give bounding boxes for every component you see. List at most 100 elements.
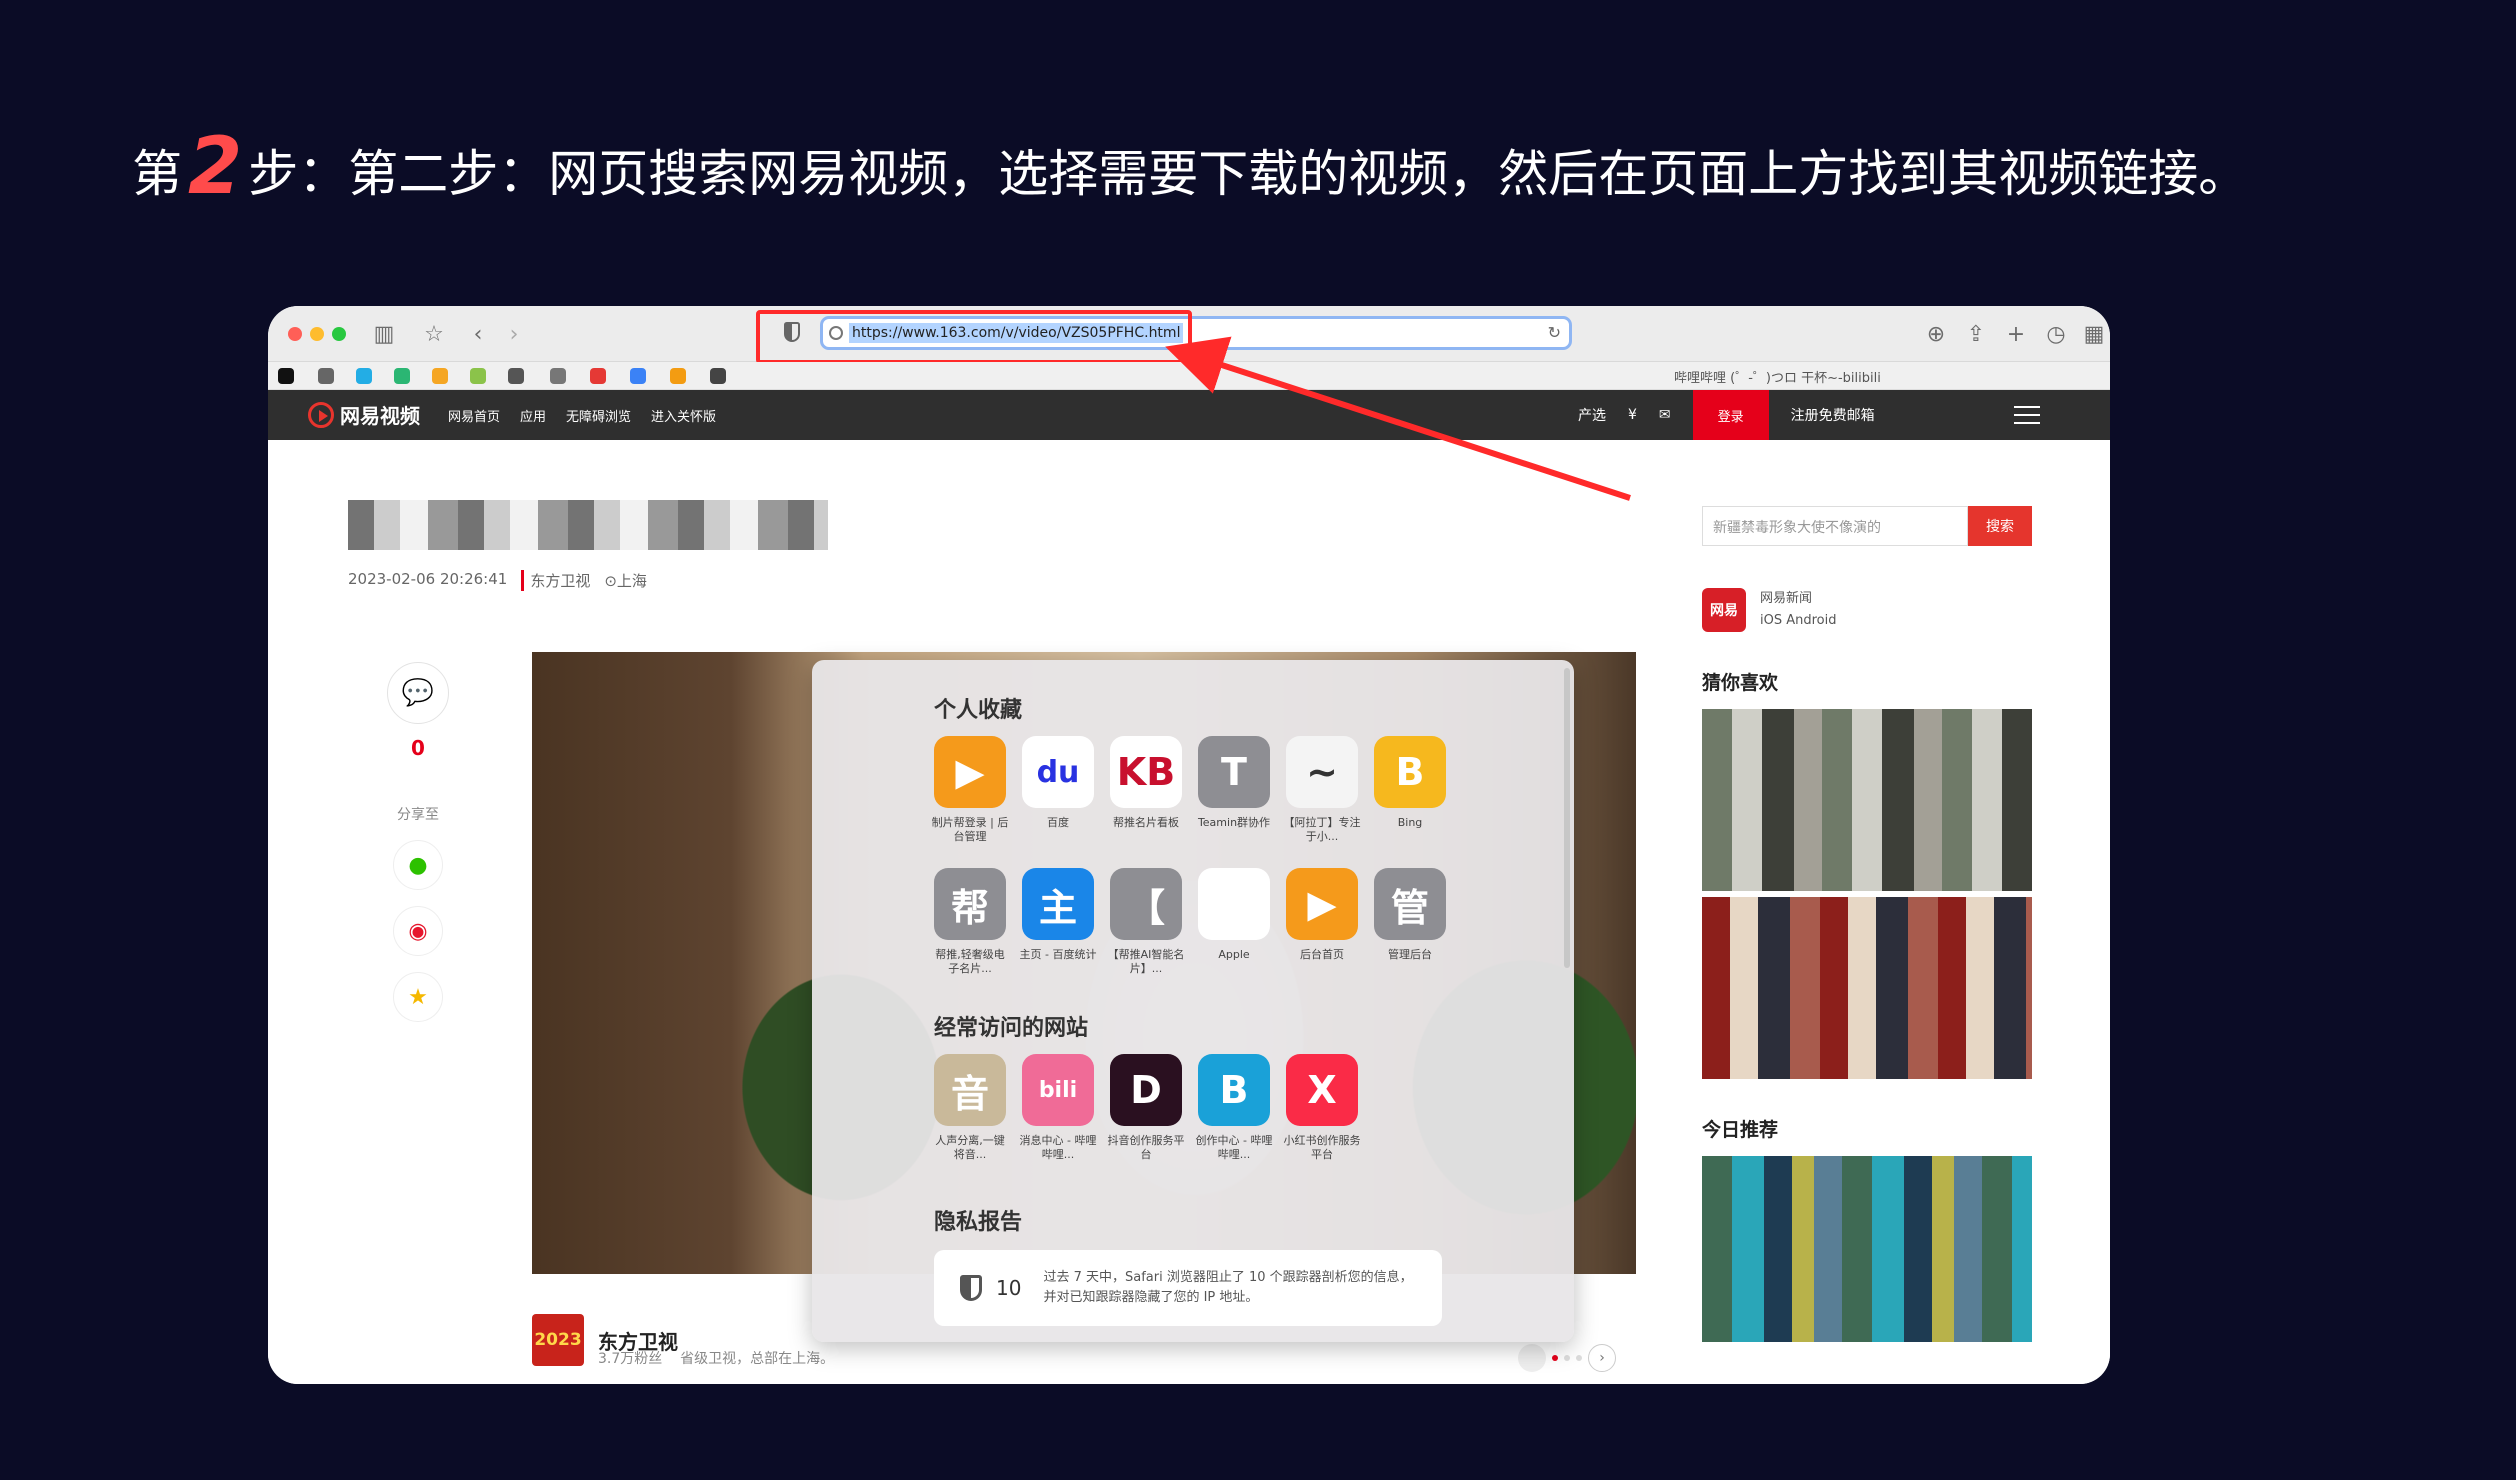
favorites-tile-icon: 【 — [1110, 868, 1182, 940]
bilibili-icon[interactable] — [356, 368, 372, 384]
amber-icon[interactable] — [670, 368, 686, 384]
carousel-dot-active[interactable] — [1552, 1355, 1558, 1361]
frequent-item[interactable]: D 抖音创作服务平台 — [1108, 1054, 1185, 1162]
carousel-dot[interactable] — [1576, 1355, 1582, 1361]
zoom-window-button[interactable] — [332, 327, 346, 341]
comment-icon[interactable]: 💬 — [387, 662, 449, 724]
favorites-label: Teamin群协作 — [1197, 816, 1271, 829]
app-text: 网易新闻 iOS Android — [1760, 588, 1837, 632]
nav-home[interactable]: 网易首页 — [448, 406, 500, 425]
history-icon[interactable]: ◷ — [2040, 318, 2072, 350]
nav-apps[interactable]: 应用 — [520, 406, 546, 425]
frequent-item[interactable]: bili 消息中心 - 哔哩哔哩... — [1020, 1054, 1096, 1162]
carousel-prev[interactable] — [1518, 1344, 1546, 1372]
frequent-tile-icon: D — [1110, 1054, 1182, 1126]
favorite-star-icon[interactable]: ★ — [393, 972, 443, 1022]
reload-icon[interactable]: ↻ — [1548, 323, 1561, 342]
s-icon[interactable] — [394, 368, 410, 384]
favorites-tile-icon: T — [1198, 736, 1270, 808]
blue-icon[interactable] — [630, 368, 646, 384]
netease-video-logo[interactable]: 网易视频 — [308, 400, 420, 429]
favorites-item[interactable]: 主主页 - 百度统计 — [1020, 868, 1096, 976]
share-icon[interactable]: ⇪ — [1960, 318, 1992, 350]
share-label: 分享至 — [397, 807, 439, 823]
favorites-item[interactable]: ▶ 后台首页 — [1286, 868, 1358, 976]
favorites-label: Apple — [1218, 948, 1250, 961]
login-button[interactable]: 登录 — [1692, 390, 1769, 440]
bookmark-star-icon[interactable]: ☆ — [418, 318, 450, 350]
back-icon[interactable]: ‹ — [462, 318, 494, 350]
channel-logo[interactable]: 2023 — [532, 1314, 584, 1366]
download-icon[interactable]: ⊕ — [1920, 318, 1952, 350]
channel-fans: 3.7万粉丝 — [598, 1351, 663, 1367]
favorites-tile-icon: B — [1374, 736, 1446, 808]
nav-mail-icon[interactable]: ✉ — [1659, 407, 1671, 423]
favorites-item[interactable]: KB 帮推名片看板 — [1110, 736, 1182, 844]
privacy-report[interactable]: 10 过去 7 天中，Safari 浏览器阻止了 10 个跟踪器剖析您的信息，并… — [934, 1250, 1442, 1326]
favorites-item[interactable]: ~ 【阿拉丁】专注于小... — [1284, 736, 1361, 844]
leaf-icon[interactable] — [470, 368, 486, 384]
favorites-tile-icon: ▶ — [1286, 868, 1358, 940]
browser-window: ▥ ☆ ‹ › https://www.163.com/v/video/VZS0… — [268, 306, 2110, 1384]
carousel-dot[interactable] — [1564, 1355, 1570, 1361]
s2-icon[interactable] — [550, 368, 566, 384]
favorites-tile-icon: 帮 — [934, 868, 1006, 940]
app-platforms[interactable]: iOS Android — [1760, 610, 1837, 632]
weibo-icon[interactable]: ◉ — [393, 906, 443, 956]
favorites-label: 【阿拉丁】专注于小... — [1283, 816, 1361, 843]
favorites-grid: ▶ 制片帮登录 | 后台管理 du 百度 KB 帮推名片看板 T Teamin群协作 ~ 【阿拉丁… — [932, 736, 1446, 976]
nav-care[interactable]: 进入关怀版 — [651, 406, 716, 425]
nav-accessibility[interactable]: 无障碍浏览 — [566, 406, 631, 425]
tiktok-icon[interactable] — [278, 368, 294, 384]
favorites-item[interactable]: B Bing — [1374, 736, 1446, 844]
favorites-label: 百度 — [1047, 816, 1069, 829]
frequent-item[interactable]: 音人声分离,一键将音... — [934, 1054, 1006, 1162]
menu-icon[interactable] — [2014, 406, 2040, 424]
search-input[interactable]: 新疆禁毒形象大使不像演的 — [1702, 506, 1968, 546]
play-logo-icon — [308, 401, 334, 428]
browser-toolbar: ▥ ☆ ‹ › https://www.163.com/v/video/VZS0… — [268, 306, 2110, 364]
grey-icon[interactable] — [508, 368, 524, 384]
carousel-next-icon[interactable]: › — [1588, 1344, 1616, 1372]
wechat-icon[interactable]: ● — [393, 840, 443, 890]
favorites-item[interactable]: ▶ 制片帮登录 | 后台管理 — [932, 736, 1008, 844]
favorites-item[interactable]: 管管理后台 — [1374, 868, 1446, 976]
sidebar-icon[interactable]: ▥ — [368, 318, 400, 350]
register-mail-link[interactable]: 注册免费邮箱 — [1791, 405, 1875, 425]
comment-count: 0 — [411, 736, 425, 760]
favorites-item[interactable]: 帮帮推,轻奢级电子名片... — [934, 868, 1006, 976]
recommend-thumb-3[interactable] — [1702, 1156, 2032, 1342]
article-source[interactable]: 东方卫视 — [521, 570, 590, 591]
netease-news-logo: 网易 — [1702, 588, 1746, 632]
favorites-item[interactable]: 【【帮推AI智能名片】... — [1108, 868, 1184, 976]
new-tab-icon[interactable]: + — [2000, 318, 2032, 350]
tab-overview-icon[interactable]: ▦ — [2078, 318, 2110, 350]
search-button[interactable]: 搜索 — [1968, 506, 2032, 546]
favorites-item[interactable]: T Teamin群协作 — [1198, 736, 1270, 844]
frequent-grid: 音人声分离,一键将音... bili 消息中心 - 哔哩哔哩... D 抖音创作服务平台… — [934, 1054, 1446, 1162]
frequent-item[interactable]: B 创作中心 - 哔哩哔哩... — [1196, 1054, 1272, 1162]
favorites-item[interactable]: du 百度 — [1022, 736, 1094, 844]
dropdown-scrollbar[interactable] — [1564, 668, 1570, 968]
step-heading: 第 2 步：第二步：网页搜索网易视频，选择需要下载的视频，然后在页面上方找到其视… — [132, 120, 2248, 220]
x-icon[interactable] — [318, 368, 334, 384]
app-promo[interactable]: 网易 网易新闻 iOS Android — [1702, 588, 2032, 632]
close-window-button[interactable] — [288, 327, 302, 341]
orange-icon[interactable] — [432, 368, 448, 384]
frequent-label: 人声分离,一键将音... — [935, 1134, 1005, 1161]
minimize-window-button[interactable] — [310, 327, 324, 341]
nav-yanxuan[interactable]: 产选 — [1578, 405, 1606, 425]
nav-currency-icon[interactable]: ¥ — [1628, 407, 1637, 423]
frequent-label: 消息中心 - 哔哩哔哩... — [1019, 1134, 1097, 1161]
favorites-item[interactable]: Apple — [1198, 868, 1270, 976]
recommend-thumb-1[interactable] — [1702, 709, 2032, 891]
dark-icon[interactable] — [710, 368, 726, 384]
right-sidebar: 新疆禁毒形象大使不像演的 搜索 网易 网易新闻 iOS Android 猜你喜欢… — [1702, 506, 2032, 1342]
favorites-label: 管理后台 — [1388, 948, 1432, 961]
frequent-tile-icon: 音 — [934, 1054, 1006, 1126]
tab-title[interactable]: 哔哩哔哩 (゜-゜)つロ 干杯~-bilibili — [1674, 367, 1881, 386]
forward-icon[interactable]: › — [498, 318, 530, 350]
frequent-item[interactable]: X 小红书创作服务平台 — [1284, 1054, 1361, 1162]
download-red-icon[interactable] — [590, 368, 606, 384]
recommend-thumb-2[interactable] — [1702, 897, 2032, 1079]
